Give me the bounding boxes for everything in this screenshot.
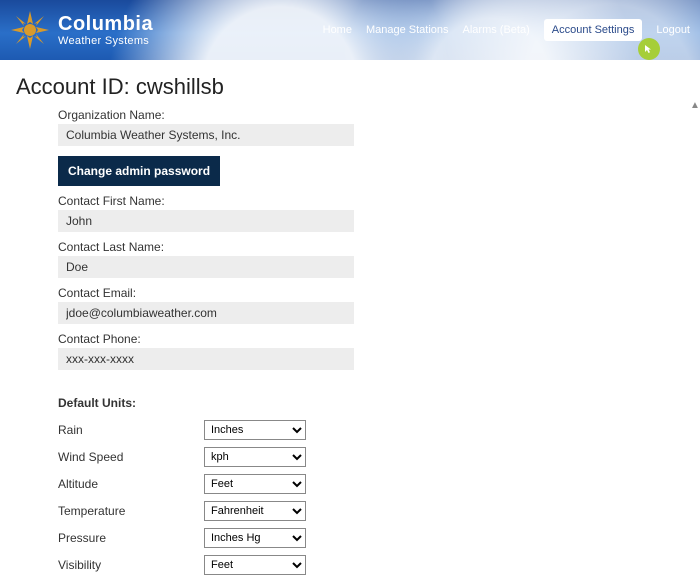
page-title: Account ID: cwshillsb bbox=[16, 74, 690, 100]
wind-select[interactable]: kph bbox=[204, 447, 306, 467]
cursor-indicator bbox=[638, 38, 660, 60]
altitude-label: Altitude bbox=[58, 477, 204, 491]
default-units-title: Default Units: bbox=[58, 396, 358, 410]
brand-line1: Columbia bbox=[58, 14, 153, 34]
altitude-select[interactable]: Feet bbox=[204, 474, 306, 494]
email-label: Contact Email: bbox=[58, 286, 358, 300]
pressure-label: Pressure bbox=[58, 531, 204, 545]
top-nav: Home Manage Stations Alarms (Beta) Accou… bbox=[323, 0, 690, 60]
wind-label: Wind Speed bbox=[58, 450, 204, 464]
first-name-label: Contact First Name: bbox=[58, 194, 358, 208]
phone-label: Contact Phone: bbox=[58, 332, 358, 346]
sun-icon bbox=[10, 10, 50, 50]
brand-logo[interactable]: Columbia Weather Systems bbox=[10, 10, 153, 50]
unit-row-rain: Rain Inches bbox=[58, 420, 358, 440]
org-name-input[interactable] bbox=[58, 124, 354, 146]
first-name-input[interactable] bbox=[58, 210, 354, 232]
visibility-select[interactable]: Feet bbox=[204, 555, 306, 575]
unit-row-temperature: Temperature Fahrenheit bbox=[58, 501, 358, 521]
last-name-label: Contact Last Name: bbox=[58, 240, 358, 254]
unit-row-wind: Wind Speed kph bbox=[58, 447, 358, 467]
nav-manage-stations[interactable]: Manage Stations bbox=[366, 24, 449, 36]
visibility-label: Visibility bbox=[58, 558, 204, 572]
content: ▲ Account ID: cwshillsb Organization Nam… bbox=[0, 60, 700, 580]
rain-label: Rain bbox=[58, 423, 204, 437]
temperature-select[interactable]: Fahrenheit bbox=[204, 501, 306, 521]
unit-row-altitude: Altitude Feet bbox=[58, 474, 358, 494]
rain-select[interactable]: Inches bbox=[204, 420, 306, 440]
last-name-input[interactable] bbox=[58, 256, 354, 278]
account-id-label: Account ID: bbox=[16, 74, 136, 99]
brand-text: Columbia Weather Systems bbox=[58, 14, 153, 47]
nav-logout[interactable]: Logout bbox=[656, 24, 690, 36]
account-form: Organization Name: Change admin password… bbox=[58, 108, 358, 580]
nav-alarms[interactable]: Alarms (Beta) bbox=[463, 24, 530, 36]
org-name-label: Organization Name: bbox=[58, 108, 358, 122]
temperature-label: Temperature bbox=[58, 504, 204, 518]
nav-home[interactable]: Home bbox=[323, 24, 352, 36]
header: Columbia Weather Systems Home Manage Sta… bbox=[0, 0, 700, 60]
nav-account-settings[interactable]: Account Settings bbox=[544, 19, 643, 41]
cursor-icon bbox=[644, 44, 654, 54]
email-input[interactable] bbox=[58, 302, 354, 324]
unit-row-visibility: Visibility Feet bbox=[58, 555, 358, 575]
scroll-up-icon[interactable]: ▲ bbox=[690, 100, 696, 106]
change-password-button[interactable]: Change admin password bbox=[58, 156, 220, 186]
pressure-select[interactable]: Inches Hg bbox=[204, 528, 306, 548]
brand-line2: Weather Systems bbox=[58, 36, 153, 47]
unit-row-pressure: Pressure Inches Hg bbox=[58, 528, 358, 548]
phone-input[interactable] bbox=[58, 348, 354, 370]
account-id-value: cwshillsb bbox=[136, 74, 224, 99]
